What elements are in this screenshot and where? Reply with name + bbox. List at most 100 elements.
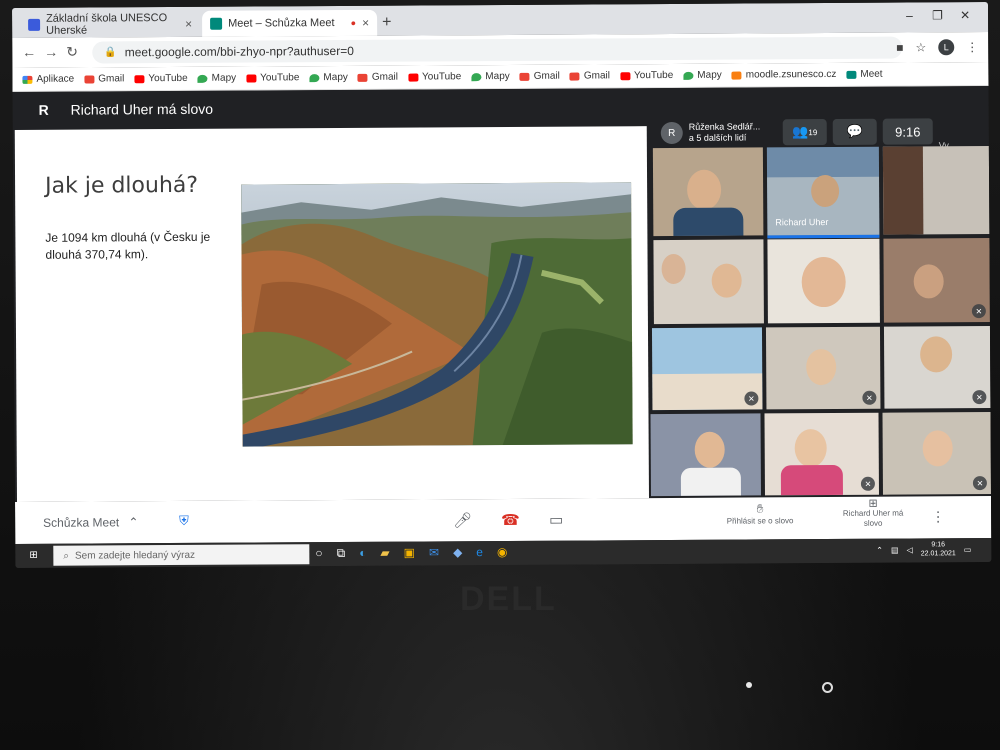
bookmark-gmail[interactable]: Gmail	[357, 72, 398, 83]
mic-off-icon: ✕	[971, 304, 986, 319]
back-icon[interactable]: ←	[22, 44, 36, 60]
bookmark-gmail[interactable]: Gmail	[519, 71, 560, 82]
people-button[interactable]: 👥 19	[782, 119, 827, 146]
reload-icon[interactable]: ↻	[66, 44, 78, 61]
close-tab-icon[interactable]: ×	[185, 17, 192, 31]
maximize-icon[interactable]: ❐	[932, 8, 943, 22]
raise-hand-label: Přihlásit se o slovo	[726, 516, 794, 526]
participants-grid: Richard Uher ✕ ✕ ✕ ✕ ✕ ✕	[643, 146, 991, 500]
bookmark-star-icon[interactable]: ☆	[915, 40, 926, 54]
beach-background	[652, 373, 763, 411]
chat-button[interactable]: 💬	[832, 118, 877, 145]
slide-body: Je 1094 km dlouhá (v Česku je dlouhá 370…	[45, 229, 211, 262]
bookmark-maps[interactable]: Mapy	[309, 72, 348, 83]
bookmark-maps[interactable]: Mapy	[683, 70, 722, 81]
profile-avatar[interactable]: L	[938, 39, 955, 56]
mic-off-icon: ✕	[972, 476, 987, 491]
system-clock[interactable]: 9:16 22.01.2021	[921, 540, 956, 558]
youtube-icon	[619, 71, 631, 80]
moodle-icon	[731, 71, 742, 80]
video-tile[interactable]	[652, 147, 764, 237]
video-tile[interactable]	[882, 146, 990, 235]
url-text: meet.google.com/bbi-zhyo-npr?authuser=0	[124, 43, 354, 60]
taskbar-search[interactable]: ⌕ Sem zadejte hledaný výraz	[53, 544, 310, 566]
meet-app: R Richard Uher má slovo R Růženka Sedlář…	[12, 86, 992, 544]
mic-off-icon: ✕	[744, 391, 759, 406]
mail-icon[interactable]: ✉	[429, 545, 439, 560]
volume-icon[interactable]: ◁	[907, 545, 913, 554]
video-tile[interactable]	[653, 239, 764, 325]
windows-start-icon[interactable]: ⊞	[29, 550, 37, 561]
participant-count: 19	[808, 127, 818, 137]
maps-pin-icon	[683, 71, 694, 80]
cortana-icon[interactable]: ○	[315, 546, 322, 561]
bookmark-gmail[interactable]: Gmail	[84, 73, 124, 84]
close-tab-icon[interactable]: ×	[362, 16, 369, 30]
video-tile[interactable]	[767, 238, 880, 324]
more-options-icon[interactable]: ⋮	[931, 508, 945, 525]
close-window-icon[interactable]: ✕	[960, 8, 970, 22]
participant-shirt	[780, 464, 843, 496]
file-explorer-icon[interactable]: ▰	[380, 546, 389, 561]
bookmark-maps[interactable]: Mapy	[471, 71, 510, 82]
presentation-slide: Jak je dlouhá? Je 1094 km dlouhá (v Česk…	[14, 126, 650, 502]
present-label: Richard Uher má slovo	[842, 508, 904, 528]
network-icon[interactable]: ▤	[891, 545, 899, 554]
edge-icon[interactable]: ◐	[359, 546, 366, 561]
participant-face	[920, 336, 953, 373]
video-tile[interactable]: ✕	[764, 412, 879, 496]
participant-face	[913, 264, 944, 299]
bookmark-maps[interactable]: Mapy	[197, 73, 236, 84]
active-speaker-tile[interactable]: Richard Uher	[766, 146, 880, 239]
tray-chevron-icon[interactable]: ⌃	[876, 545, 883, 554]
river-valley-illustration	[241, 182, 633, 447]
video-tile[interactable]: ✕	[651, 327, 763, 411]
bookmark-apps[interactable]: Aplikace	[22, 74, 74, 85]
camera-icon[interactable]: ▭	[549, 511, 563, 529]
slide-heading: Jak je dlouhá?	[45, 172, 199, 199]
notifications-icon[interactable]: ▭	[964, 545, 972, 554]
store-icon[interactable]: ▣	[404, 546, 415, 561]
participant-face	[922, 430, 953, 467]
bookmark-label: YouTube	[260, 72, 300, 84]
bookmark-label: Mapy	[697, 69, 722, 81]
bookmark-youtube[interactable]: YouTube	[619, 70, 673, 81]
system-tray: ⌃ ▤ ◁ 9:16 22.01.2021 ▭	[876, 540, 971, 559]
participants-chip[interactable]: R Růženka Sedlář... a 5 dalších lidí	[660, 117, 761, 148]
internet-explorer-icon[interactable]: e	[476, 545, 483, 560]
video-tile[interactable]	[650, 413, 761, 497]
task-view-icon[interactable]: ⧉	[337, 546, 346, 561]
bookmark-youtube[interactable]: YouTube	[134, 73, 188, 84]
meeting-details-button[interactable]: Schůzka Meet ⌃	[43, 515, 139, 530]
camera-indicator-icon[interactable]: ■	[896, 41, 903, 55]
present-button[interactable]: ⊞ Richard Uher má slovo	[833, 497, 913, 529]
gmail-icon	[519, 72, 530, 81]
microphone-icon[interactable]: 🎤︎	[453, 511, 472, 529]
video-tile[interactable]: ✕	[883, 238, 990, 323]
bookmark-moodle[interactable]: moodle.zsunesco.cz	[731, 69, 836, 81]
minimize-icon[interactable]: –	[906, 8, 913, 22]
participant-face	[687, 169, 722, 210]
tab-meet[interactable]: Meet – Schůzka Meet ● ×	[202, 9, 378, 37]
tab-school[interactable]: Základní škola UNESCO Uherské ×	[20, 11, 200, 38]
bookmark-youtube[interactable]: YouTube	[407, 71, 461, 82]
chrome-icon[interactable]: ◉	[497, 545, 508, 560]
shield-icon[interactable]: ⛨	[179, 513, 189, 529]
paint-icon[interactable]: ◆	[453, 545, 462, 560]
new-tab-button[interactable]: +	[382, 14, 391, 32]
presenter-initial: R	[38, 101, 49, 118]
address-bar[interactable]: 🔒 meet.google.com/bbi-zhyo-npr?authuser=…	[92, 36, 903, 64]
raise-hand-button[interactable]: ✋︎ Přihlásit se o slovo	[715, 501, 805, 526]
bookmark-youtube[interactable]: YouTube	[246, 72, 299, 83]
present-screen-icon: ⊞	[868, 497, 878, 510]
video-tile[interactable]: ✕	[882, 412, 991, 495]
bookmark-meet[interactable]: Meet	[846, 69, 883, 80]
forward-icon[interactable]: →	[44, 44, 58, 60]
menu-kebab-icon[interactable]: ⋮	[966, 40, 978, 54]
gmail-icon	[357, 73, 368, 82]
mic-off-icon: ✕	[860, 476, 875, 491]
hang-up-icon[interactable]: ☎	[501, 511, 520, 529]
video-tile[interactable]: ✕	[883, 326, 991, 409]
bookmark-gmail[interactable]: Gmail	[569, 70, 610, 82]
video-tile[interactable]: ✕	[765, 326, 881, 410]
